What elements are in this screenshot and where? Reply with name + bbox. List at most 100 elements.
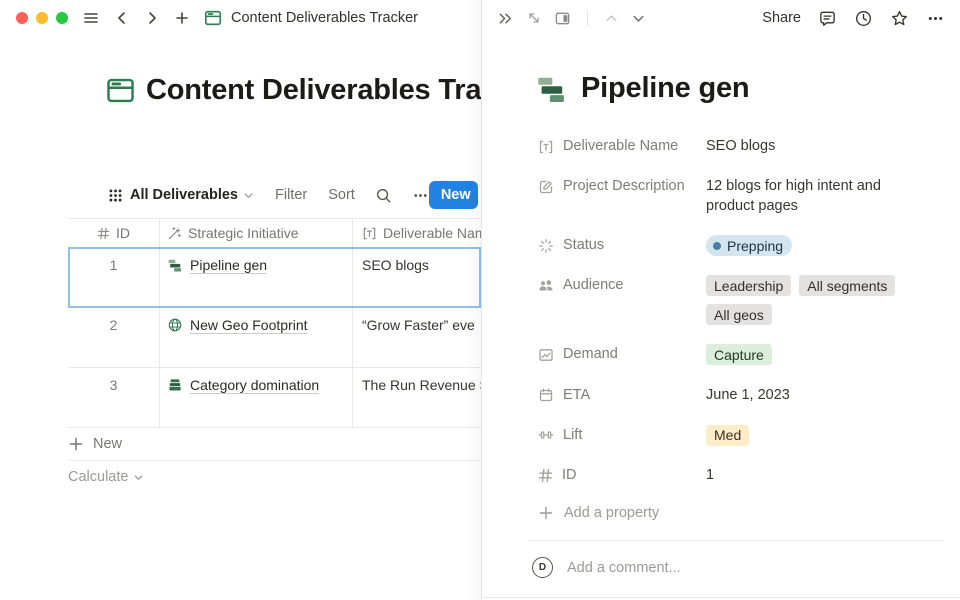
- pipeline-bars-icon: [167, 257, 183, 273]
- property-name: Demand: [563, 344, 618, 365]
- calculate-button[interactable]: Calculate: [68, 461, 144, 493]
- property-value[interactable]: Prepping: [706, 235, 792, 256]
- sidebar-menu-icon[interactable]: [82, 9, 100, 27]
- chevron-down-icon[interactable]: [243, 190, 254, 201]
- property-label[interactable]: Status: [538, 235, 706, 256]
- close-window-button[interactable]: [16, 12, 28, 24]
- user-avatar: D: [532, 557, 553, 578]
- table-row[interactable]: 1 Pipeline gen SEO blogs: [68, 248, 481, 308]
- side-peek-mode-icon[interactable]: [554, 10, 571, 27]
- property-value[interactable]: SEO blogs: [706, 136, 775, 156]
- hash-icon: [97, 227, 110, 240]
- cell-id[interactable]: 2: [68, 308, 160, 367]
- property-row-status: Status Prepping: [538, 235, 938, 256]
- zoom-window-button[interactable]: [56, 12, 68, 24]
- column-header-deliverable-name[interactable]: Deliverable Name: [353, 219, 481, 247]
- cell-strategic-initiative[interactable]: Category domination: [160, 368, 353, 427]
- relation-link[interactable]: Category domination: [167, 377, 319, 393]
- back-icon[interactable]: [114, 10, 130, 26]
- new-tab-plus-icon[interactable]: [174, 10, 190, 26]
- demand-tag[interactable]: Capture: [706, 344, 772, 365]
- table-row[interactable]: 2 New Geo Footprint “Grow Faster” eve: [68, 308, 481, 368]
- record-title[interactable]: Pipeline gen: [581, 72, 749, 105]
- page-header: Content Deliverables Tracker: [106, 74, 481, 107]
- forward-icon[interactable]: [144, 10, 160, 26]
- property-label[interactable]: Project Description: [538, 176, 706, 197]
- cell-deliverable-name[interactable]: The Run Revenue S: [353, 368, 481, 427]
- edit-pencil-icon: [538, 179, 554, 195]
- sort-button[interactable]: Sort: [328, 187, 355, 203]
- initiative-name: Pipeline gen: [190, 257, 267, 273]
- previous-record-chevron-up-icon[interactable]: [604, 11, 619, 26]
- add-row-button[interactable]: New: [68, 428, 481, 461]
- property-name: Status: [563, 235, 604, 256]
- favorite-star-icon[interactable]: [890, 9, 909, 28]
- add-property-label: Add a property: [564, 505, 659, 521]
- column-header-id[interactable]: ID: [68, 219, 160, 247]
- tab-title[interactable]: Content Deliverables Tracker: [231, 10, 418, 26]
- pipeline-bars-icon[interactable]: [535, 72, 568, 105]
- property-value[interactable]: June 1, 2023: [706, 385, 790, 405]
- panel-toolbar-left: [497, 10, 646, 27]
- calculate-label: Calculate: [68, 469, 128, 485]
- property-label[interactable]: Audience: [538, 275, 706, 296]
- search-icon[interactable]: [375, 187, 392, 204]
- properties-list: Deliverable Name SEO blogs Project Descr…: [538, 136, 938, 521]
- next-record-chevron-down-icon[interactable]: [631, 11, 646, 26]
- audience-tag[interactable]: All segments: [799, 275, 895, 296]
- relation-link[interactable]: Pipeline gen: [167, 257, 267, 273]
- share-button[interactable]: Share: [762, 10, 801, 26]
- property-value[interactable]: 12 blogs for high intent and product pag…: [706, 176, 931, 216]
- database-toolbar: All Deliverables Filter Sort New: [108, 179, 481, 211]
- comment-input-placeholder[interactable]: Add a comment...: [567, 560, 681, 576]
- page-title[interactable]: Content Deliverables Tracker: [146, 74, 481, 107]
- view-name[interactable]: All Deliverables: [130, 187, 238, 203]
- table-header-row: ID Strategic Initiative Deliverable Name: [68, 218, 481, 248]
- table-row[interactable]: 3 Category domination The Run Revenue S: [68, 368, 481, 428]
- column-label: ID: [116, 225, 130, 241]
- updates-clock-icon[interactable]: [854, 9, 873, 28]
- comments-icon[interactable]: [818, 9, 837, 28]
- expand-full-page-icon[interactable]: [526, 10, 542, 26]
- cell-strategic-initiative[interactable]: New Geo Footprint: [160, 308, 353, 367]
- hash-icon: [538, 468, 553, 483]
- line-chart-icon: [538, 347, 554, 363]
- audience-tag[interactable]: All geos: [706, 304, 772, 325]
- more-options-icon[interactable]: [926, 9, 945, 28]
- panel-bottom-divider: [482, 597, 960, 598]
- more-options-icon[interactable]: [412, 187, 429, 204]
- add-property-button[interactable]: Add a property: [538, 505, 938, 521]
- audience-tag[interactable]: Leadership: [706, 275, 791, 296]
- relation-link[interactable]: New Geo Footprint: [167, 317, 308, 333]
- section-divider: [529, 540, 944, 541]
- table-page-icon[interactable]: [106, 76, 135, 105]
- cell-id[interactable]: 3: [68, 368, 160, 427]
- status-tag[interactable]: Prepping: [706, 235, 792, 256]
- property-name: ID: [562, 465, 577, 486]
- filter-button[interactable]: Filter: [275, 187, 307, 203]
- property-value[interactable]: Med: [706, 425, 749, 447]
- cell-deliverable-name[interactable]: “Grow Faster” eve: [353, 308, 481, 367]
- cell-strategic-initiative[interactable]: Pipeline gen: [160, 248, 353, 307]
- new-record-button[interactable]: New: [429, 181, 478, 209]
- property-label[interactable]: Deliverable Name: [538, 136, 706, 157]
- app: Content Deliverables Tracker Content Del…: [0, 0, 960, 600]
- property-label[interactable]: Demand: [538, 344, 706, 365]
- add-row-label: New: [93, 436, 122, 452]
- minimize-window-button[interactable]: [36, 12, 48, 24]
- lift-tag[interactable]: Med: [706, 425, 749, 446]
- property-label[interactable]: ETA: [538, 385, 706, 406]
- property-value[interactable]: Capture: [706, 344, 772, 366]
- property-row-demand: Demand Capture: [538, 344, 938, 366]
- cell-deliverable-name[interactable]: SEO blogs: [353, 248, 481, 307]
- property-label[interactable]: Lift: [538, 425, 706, 446]
- column-header-strategic-initiative[interactable]: Strategic Initiative: [160, 219, 353, 247]
- comment-composer[interactable]: D Add a comment...: [532, 557, 681, 578]
- property-value[interactable]: 1: [706, 465, 714, 485]
- property-label[interactable]: ID: [538, 465, 706, 486]
- cell-id[interactable]: 1: [68, 248, 160, 307]
- panel-toolbar-right: Share: [762, 9, 945, 28]
- window-titlebar: Content Deliverables Tracker: [0, 0, 481, 36]
- property-value[interactable]: Leadership All segments All geos: [706, 275, 931, 325]
- close-peek-double-chevron-icon[interactable]: [497, 10, 514, 27]
